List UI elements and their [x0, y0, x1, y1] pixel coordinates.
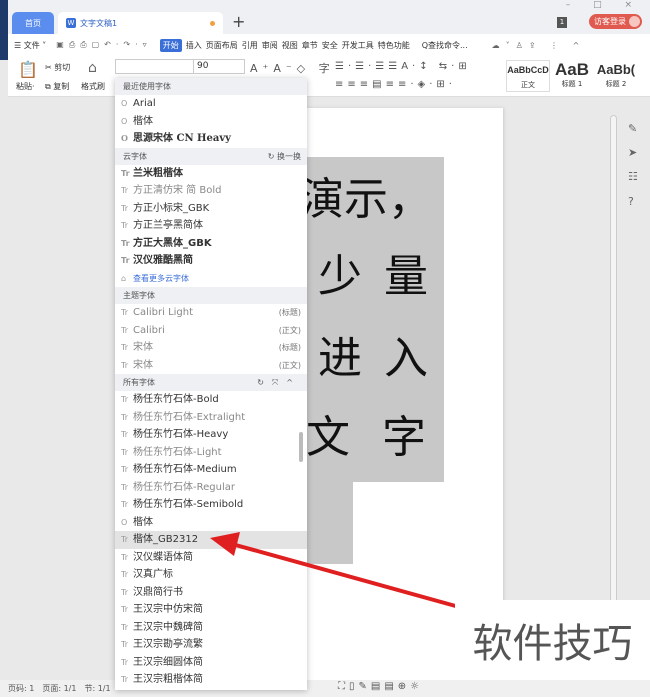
red-arrow-annotation: [210, 532, 471, 612]
arrow-shaft: [231, 542, 471, 612]
watermark: 软件技巧: [455, 600, 650, 680]
arrow-head: [210, 532, 240, 556]
